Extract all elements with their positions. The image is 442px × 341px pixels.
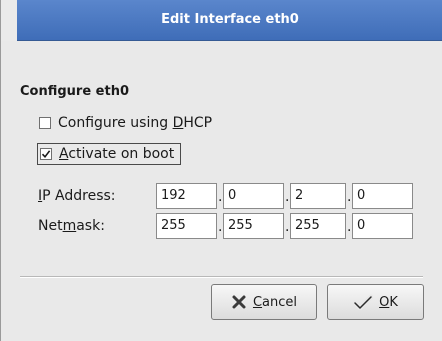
- netmask-dot-3: .: [347, 219, 352, 235]
- activate-on-boot-checkbox[interactable]: Activate on boot: [37, 143, 182, 165]
- netmask-octet-2[interactable]: 255: [223, 213, 284, 239]
- activate-on-boot-checkbox-box[interactable]: [40, 148, 52, 160]
- ok-check-icon: [353, 294, 374, 310]
- activate-on-boot-label: Activate on boot: [59, 146, 175, 162]
- netmask-label: Netmask:: [38, 218, 105, 234]
- section-title: Configure eth0: [20, 84, 130, 99]
- window-title: Edit Interface eth0: [17, 0, 442, 41]
- dhcp-checkbox-box[interactable]: [39, 117, 51, 129]
- ip-dot-3: .: [347, 189, 352, 205]
- ip-address-label: IP Address:: [38, 188, 116, 204]
- checkmark-icon: [41, 150, 51, 159]
- ip-octet-3[interactable]: 2: [290, 183, 346, 209]
- cancel-x-icon: [231, 294, 247, 310]
- ok-label: OK: [379, 294, 398, 310]
- netmask-octet-4[interactable]: 0: [352, 213, 413, 239]
- dhcp-label: Configure using DHCP: [58, 115, 213, 131]
- title-edge: [1, 0, 17, 41]
- netmask-dot-1: .: [218, 219, 223, 235]
- ok-button[interactable]: OK: [327, 284, 424, 320]
- ip-octet-2[interactable]: 0: [223, 183, 284, 209]
- ip-octet-4[interactable]: 0: [352, 183, 413, 209]
- ip-dot-2: .: [285, 189, 290, 205]
- ip-octet-1[interactable]: 192: [156, 183, 217, 209]
- cancel-label: Cancel: [252, 294, 298, 310]
- netmask-octet-1[interactable]: 255: [156, 213, 217, 239]
- cancel-button[interactable]: Cancel: [211, 284, 317, 320]
- netmask-octet-3[interactable]: 255: [290, 213, 346, 239]
- netmask-dot-2: .: [285, 219, 290, 235]
- ip-dot-1: .: [218, 189, 223, 205]
- edit-interface-dialog: Edit Interface eth0 Configure eth0 Confi…: [0, 0, 442, 341]
- dhcp-checkbox[interactable]: Configure using DHCP: [39, 112, 216, 134]
- button-separator: [20, 276, 423, 278]
